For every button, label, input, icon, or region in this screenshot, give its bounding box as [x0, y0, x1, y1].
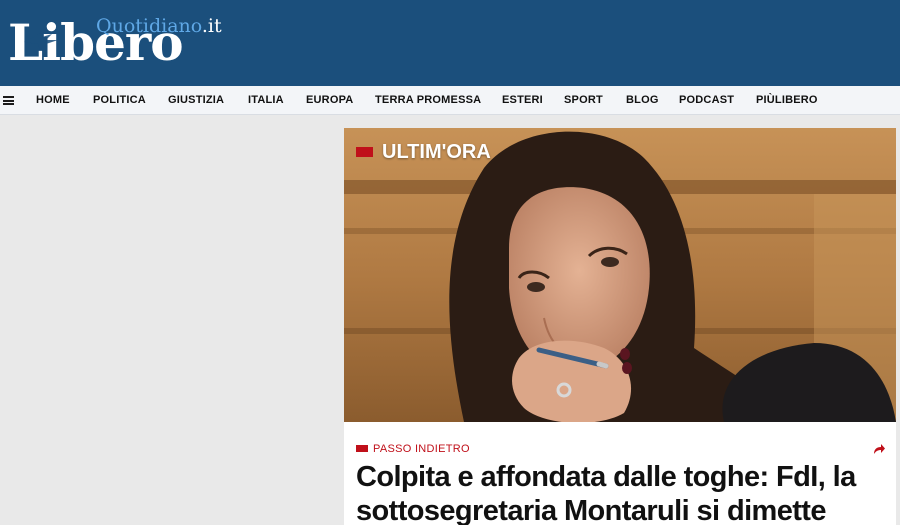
logo-subtitle: Quotidiano.it [96, 15, 222, 37]
hamburger-icon[interactable] [3, 96, 14, 105]
nav-item-blog[interactable]: BLOG [626, 86, 659, 115]
nav-item-esteri[interactable]: ESTERI [502, 86, 543, 115]
share-icon[interactable] [872, 442, 886, 456]
nav-item-italia[interactable]: ITALIA [248, 86, 284, 115]
nav-item-politica[interactable]: POLITICA [93, 86, 146, 115]
nav-item-podcast[interactable]: PODCAST [679, 86, 734, 115]
eagle-icon [24, 30, 58, 50]
nav-item-terra-promessa[interactable]: TERRA PROMESSA [375, 86, 481, 115]
nav-item-home[interactable]: HOME [36, 86, 70, 115]
site-logo[interactable]: Libero Quotidiano.it [8, 12, 222, 74]
badge-marker [356, 147, 373, 157]
nav-item-piulibero[interactable]: PIÙLIBERO [756, 86, 818, 115]
kicker-marker [356, 445, 368, 452]
site-header: Libero Quotidiano.it [0, 0, 900, 86]
nav-item-giustizia[interactable]: GIUSTIZIA [168, 86, 224, 115]
breaking-news-label: ULTIM'ORA [382, 141, 491, 163]
article-kicker-label: PASSO INDIETRO [373, 443, 470, 455]
nav-item-sport[interactable]: SPORT [564, 86, 603, 115]
article-photo[interactable]: ULTIM'ORA [344, 128, 896, 422]
main-navigation: HOME POLITICA GIUSTIZIA ITALIA EUROPA TE… [0, 86, 900, 115]
article-photo-illustration [344, 128, 896, 422]
nav-item-europa[interactable]: EUROPA [306, 86, 353, 115]
lead-article-card[interactable]: ULTIM'ORA PASSO INDIETRO Colpita e affon… [344, 128, 896, 525]
article-headline[interactable]: Colpita e affondata dalle toghe: FdI, la… [356, 460, 886, 525]
